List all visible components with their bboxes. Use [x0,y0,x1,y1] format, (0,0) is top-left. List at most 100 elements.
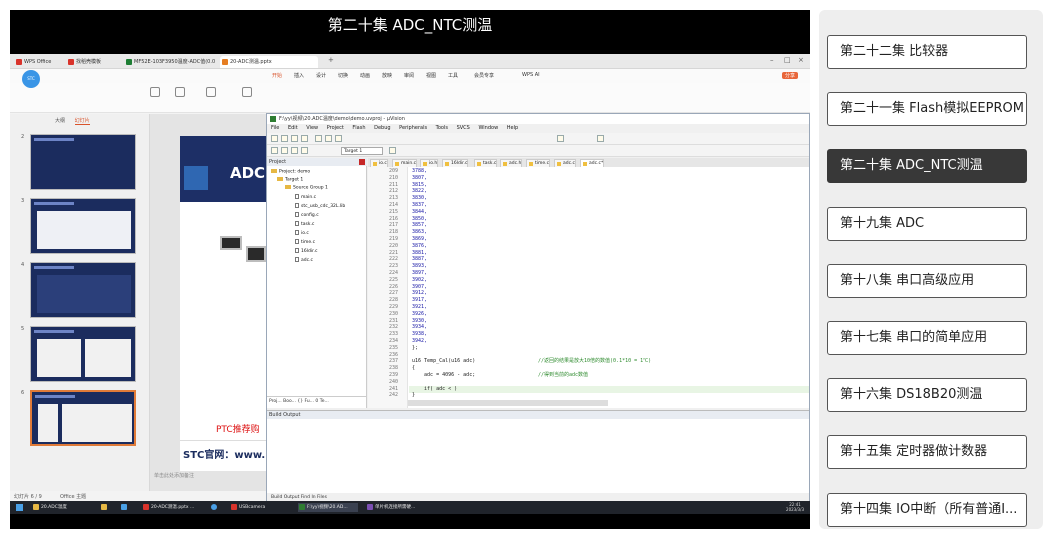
build-icon[interactable] [281,147,288,154]
tree-file[interactable]: adc.c [295,257,313,263]
menu-edit[interactable]: Edit [288,125,298,131]
copy-icon[interactable] [325,135,332,142]
menu-svcs[interactable]: SVCS [457,125,470,131]
menu-tools[interactable]: Tools [436,125,448,131]
video-player[interactable]: 第二十集 ADC_NTC测温 WPS Office 找稻壳模板 MF52E-10… [10,10,810,529]
playlist-item[interactable]: 第十九集 ADC [827,206,1027,241]
menu-flash[interactable]: Flash [352,125,365,131]
ribbon-tab-wps-ai[interactable]: WPS AI [522,72,540,78]
code-editor[interactable]: io.c main.c io.h 16ldir.c task.c adc.h t… [368,158,809,408]
ribbon-tab-animation[interactable]: 动画 [360,72,370,79]
editor-tab[interactable]: io.h [420,159,439,167]
tab-outline[interactable]: 大纲 [55,118,65,124]
taskbar-item[interactable]: 20.ADC温度 [32,503,82,512]
playlist-item[interactable]: 第二十一集 Flash模拟EEPROM [827,92,1027,127]
paste-icon[interactable] [150,87,160,97]
tree-file[interactable]: config.c [295,212,319,218]
tree-file[interactable]: time.c [295,239,315,245]
playlist-item[interactable]: 第十七集 串口的简单应用 [827,321,1027,355]
share-button[interactable]: 分享 [782,72,799,79]
slide-thumbnail[interactable] [30,198,136,254]
ribbon-tab-member[interactable]: 会员专享 [474,72,494,79]
taskbar-item[interactable]: USBcamera [230,503,280,512]
download-icon[interactable] [301,147,308,154]
playlist-item-active[interactable]: 第二十集 ADC_NTC测温 [827,149,1027,184]
ribbon-tab-design[interactable]: 设计 [316,72,326,79]
new-slide-icon[interactable] [242,87,252,97]
minimize-icon[interactable]: – [770,56,774,64]
ribbon-tab-home[interactable]: 开始 [272,72,282,79]
wps-tab-office[interactable]: WPS Office [14,56,62,68]
menu-file[interactable]: File [271,125,279,131]
wps-tab-template[interactable]: 找稻壳模板 [66,56,120,68]
new-file-icon[interactable] [271,135,278,142]
slide-view[interactable]: ADC PTC推荐购 STC官网：www.ST [180,136,280,471]
avatar[interactable]: STC [22,70,40,88]
play-icon[interactable] [206,87,216,97]
translate-icon[interactable] [271,147,278,154]
playlist-item[interactable]: 第十八集 串口高级应用 [827,263,1027,298]
options-icon[interactable] [389,147,396,154]
tree-file[interactable]: task.c [295,221,314,227]
uvision-window[interactable]: F:\yy\视频\20.ADC温度\demo\demo.uvproj - µVi… [266,113,810,503]
editor-tab[interactable]: time.c [526,159,551,167]
new-tab-icon[interactable]: + [328,56,334,64]
code-line[interactable]: 242} [368,392,809,399]
editor-tab[interactable]: adc.h [500,159,523,167]
open-file-icon[interactable] [281,135,288,142]
project-tabs[interactable]: Proj... Boo... {} Fu... 0 Te... [267,396,367,406]
horizontal-scrollbar[interactable] [408,400,608,406]
editor-tab-active[interactable]: adc.c* [580,159,605,167]
paste-icon[interactable] [335,135,342,142]
tree-group[interactable]: Source Group 1 [285,185,328,191]
rebuild-icon[interactable] [291,147,298,154]
editor-tab[interactable]: task.c [474,159,498,167]
save-all-icon[interactable] [301,135,308,142]
tree-target[interactable]: Target 1 [277,177,303,183]
ribbon-tab-view[interactable]: 视图 [426,72,436,79]
target-select[interactable]: Target 1 [341,147,383,155]
maximize-icon[interactable]: □ [784,56,791,64]
tab-slides[interactable]: 幻灯片 [74,118,90,125]
playlist-item[interactable]: 第十五集 定时器做计数器 [827,435,1027,470]
taskbar-item[interactable]: 单片机连接所需硬... [366,503,426,512]
taskbar-item-active[interactable]: F:\yy\视频\20.AD... [298,503,358,512]
ribbon-tab-transition[interactable]: 切换 [338,72,348,79]
tree-file[interactable]: stc_usb_cdc_32L.lib [295,203,345,209]
editor-tab[interactable]: adc.c [554,159,576,167]
notes-hint[interactable]: 单击此处添加备注 [154,472,194,479]
start-icon[interactable] [16,504,23,511]
menu-help[interactable]: Help [507,125,518,131]
menu-window[interactable]: Window [478,125,498,131]
format-painter-icon[interactable] [175,87,185,97]
tree-file[interactable]: 16ldir.c [295,248,317,254]
menu-project[interactable]: Project [327,125,344,131]
slide-thumbnail-selected[interactable] [30,390,136,446]
slide-thumbnail[interactable] [30,262,136,318]
tree-file[interactable]: io.c [295,230,309,236]
editor-tab[interactable]: 16ldir.c [442,159,469,167]
cut-icon[interactable] [315,135,322,142]
find-icon[interactable] [557,135,564,142]
ribbon-tab-tools[interactable]: 工具 [448,72,458,79]
ribbon-tab-slideshow[interactable]: 放映 [382,72,392,79]
close-icon[interactable] [359,159,365,165]
ribbon-tab-review[interactable]: 审阅 [404,72,414,79]
taskbar-item[interactable] [100,503,112,512]
save-icon[interactable] [291,135,298,142]
tree-file[interactable]: main.c [295,194,316,200]
menu-peripherals[interactable]: Peripherals [399,125,427,131]
slide-thumbnail[interactable] [30,326,136,382]
tree-root[interactable]: Project: demo [271,169,310,175]
slide-thumbnail[interactable] [30,134,136,190]
wps-tab-pptx[interactable]: 20-ADC测温.pptx [220,56,318,68]
playlist-item[interactable]: 第二十二集 比较器 [827,35,1027,69]
debug-icon[interactable] [597,135,604,142]
ribbon-tab-insert[interactable]: 插入 [294,72,304,79]
taskbar-item[interactable] [210,503,222,512]
editor-tab[interactable]: main.c [392,159,418,167]
playlist-item[interactable]: 第十六集 DS18B20测温 [827,378,1027,413]
playlist-item[interactable]: 第十四集 IO中断（所有普通I... [827,492,1027,527]
menu-view[interactable]: View [306,125,318,131]
editor-tab[interactable]: io.c [370,159,388,167]
